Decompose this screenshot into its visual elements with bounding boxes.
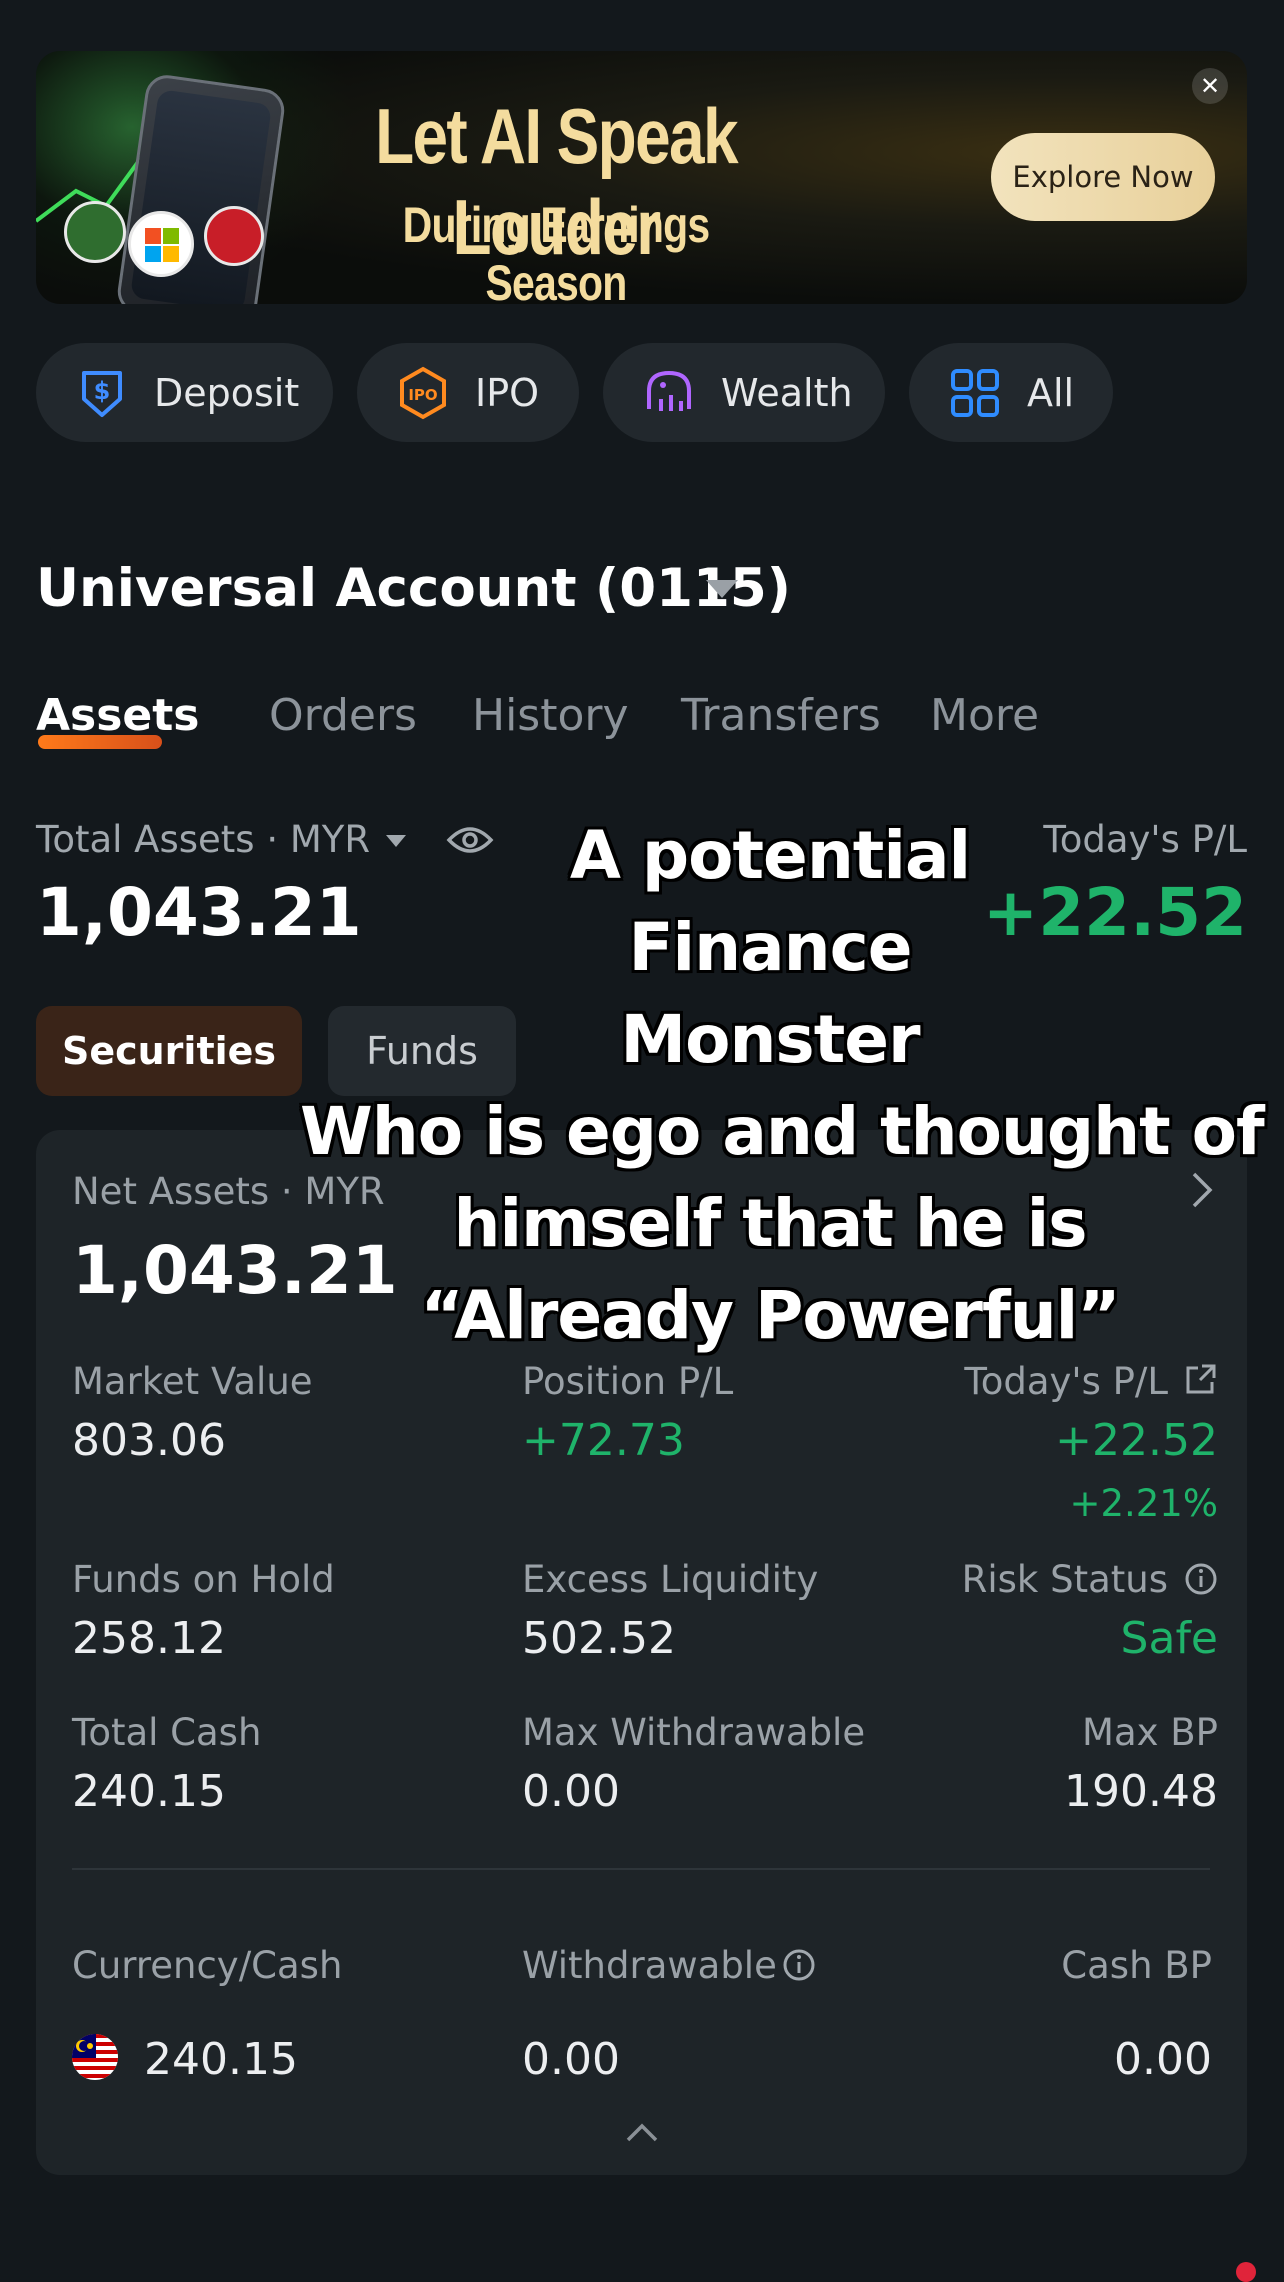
banner-subtitle: During Earnings Season	[402, 197, 710, 304]
withdrawable-label: Withdrawable	[522, 1944, 777, 1987]
nvidia-logo-icon	[64, 201, 126, 263]
funds-on-hold-label: Funds on Hold	[72, 1558, 335, 1601]
share-icon[interactable]	[1184, 1362, 1218, 1396]
card-divider	[72, 1868, 1210, 1870]
caption-line-2: Finance	[628, 909, 912, 986]
all-label: All	[1027, 370, 1075, 415]
cash-bp-value: 0.00	[1114, 2034, 1212, 2085]
card-todays-pl-label: Today's P/L	[964, 1360, 1168, 1403]
card-todays-pl-percent: +2.21%	[1069, 1482, 1218, 1525]
chevron-up-icon[interactable]	[624, 2120, 660, 2144]
svg-text:IPO: IPO	[408, 386, 437, 404]
tab-assets[interactable]: Assets	[36, 690, 200, 741]
deposit-button[interactable]: $ Deposit	[36, 343, 333, 442]
ipo-label: IPO	[475, 370, 540, 415]
withdrawable-info-icon[interactable]	[782, 1948, 816, 1982]
tab-transfers[interactable]: Transfers	[681, 690, 881, 741]
tab-history[interactable]: History	[472, 690, 629, 741]
market-value-label: Market Value	[72, 1360, 313, 1403]
tab-orders[interactable]: Orders	[269, 690, 417, 741]
promo-banner[interactable]: Let AI Speak Louder During Earnings Seas…	[36, 51, 1247, 304]
grid-icon	[951, 368, 999, 417]
withdrawable-value: 0.00	[522, 2034, 620, 2085]
microsoft-logo-icon	[128, 211, 194, 277]
cash-bp-label: Cash BP	[1061, 1944, 1212, 1987]
explore-now-button[interactable]: Explore Now	[991, 133, 1215, 221]
svg-text:$: $	[94, 377, 111, 405]
malaysia-flag-icon	[72, 2034, 118, 2080]
total-cash-label: Total Cash	[72, 1711, 262, 1754]
notification-dot	[1236, 2262, 1256, 2282]
close-icon[interactable]: ✕	[1192, 68, 1228, 104]
account-dropdown-caret-icon[interactable]	[706, 580, 738, 598]
deposit-label: Deposit	[154, 370, 300, 415]
wealth-button[interactable]: Wealth	[603, 343, 885, 442]
position-pl-label: Position P/L	[522, 1360, 734, 1403]
account-selector[interactable]: Universal Account (0115)	[36, 558, 791, 619]
max-bp-value: 190.48	[1064, 1766, 1218, 1817]
currency-cash-label: Currency/Cash	[72, 1944, 343, 1987]
caption-line-1: A potential	[569, 817, 971, 894]
currency-cash-value: 240.15	[144, 2034, 298, 2085]
caption-line-5: himself that he is	[453, 1185, 1088, 1262]
position-pl-value: +72.73	[522, 1415, 685, 1466]
caption-line-3: Monster	[620, 1001, 920, 1078]
ipo-button[interactable]: IPO IPO	[357, 343, 579, 442]
caption-line-4: Who is ego and thought of	[300, 1093, 1265, 1170]
caption-line-6: “Already Powerful”	[420, 1277, 1120, 1354]
max-withdrawable-label: Max Withdrawable	[522, 1711, 866, 1754]
all-button[interactable]: All	[909, 343, 1113, 442]
excess-liquidity-value: 502.52	[522, 1613, 676, 1664]
ipo-icon: IPO	[400, 366, 446, 419]
card-todays-pl-value: +22.52	[1055, 1415, 1218, 1466]
max-bp-label: Max BP	[1082, 1711, 1218, 1754]
max-withdrawable-value: 0.00	[522, 1766, 620, 1817]
wealth-label: Wealth	[721, 370, 853, 415]
deposit-icon: $	[82, 370, 122, 417]
info-icon[interactable]	[1184, 1562, 1218, 1596]
risk-status-label: Risk Status	[961, 1558, 1168, 1601]
tab-more[interactable]: More	[930, 690, 1039, 741]
market-value: 803.06	[72, 1415, 226, 1466]
risk-status-value: Safe	[1120, 1613, 1218, 1664]
tesla-logo-icon	[204, 206, 264, 266]
securities-segment[interactable]: Securities	[36, 1006, 302, 1096]
total-cash-value: 240.15	[72, 1766, 226, 1817]
wealth-icon	[647, 370, 691, 411]
funds-on-hold-value: 258.12	[72, 1613, 226, 1664]
excess-liquidity-label: Excess Liquidity	[522, 1558, 819, 1601]
